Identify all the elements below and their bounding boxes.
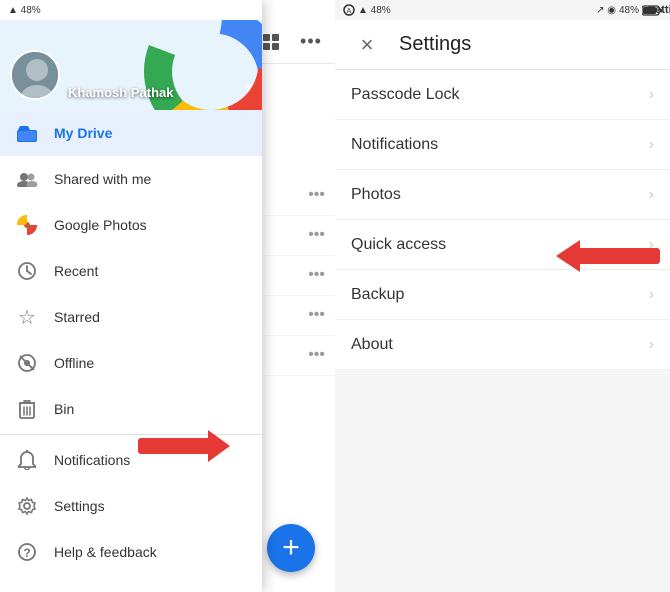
nav-item-help-feedback[interactable]: ? Help & feedback	[0, 529, 262, 575]
chevron-right-icon: ›	[649, 136, 654, 154]
nav-item-settings[interactable]: Settings	[0, 483, 262, 529]
about-label: About	[351, 336, 393, 354]
profile-chevron-icon[interactable]: ▾	[245, 79, 252, 96]
item-options-4[interactable]: •••	[308, 306, 325, 324]
starred-label: Starred	[54, 309, 100, 325]
right-status-bar: A ▲ 48% Settings ↗ ◉ 48%	[335, 0, 670, 20]
google-photos-icon	[14, 215, 40, 235]
item-options-5[interactable]: •••	[308, 346, 325, 364]
recent-icon	[14, 261, 40, 281]
chevron-right-icon: ›	[649, 186, 654, 204]
nav-item-shared-with-me[interactable]: Shared with me	[0, 156, 262, 202]
item-options-1[interactable]: •••	[308, 186, 325, 204]
nav-list: My Drive Shared with me	[0, 110, 262, 590]
item-options-2[interactable]: •••	[308, 226, 325, 244]
fab-add-button[interactable]: +	[267, 524, 315, 572]
chevron-right-icon: ›	[649, 336, 654, 354]
offline-label: Offline	[54, 355, 94, 371]
time-display: Settings	[648, 4, 670, 16]
starred-icon: ☆	[14, 305, 40, 330]
left-status-bar: ▲ 48%	[0, 0, 262, 20]
nav-item-recent[interactable]: Recent	[0, 248, 262, 294]
settings-title: Settings	[399, 33, 471, 56]
notifications-nav-label: Notifications	[54, 452, 130, 468]
left-drawer: ▲ 48% Khamosh Pathak ▾	[0, 0, 262, 592]
settings-item-backup[interactable]: Backup ›	[335, 270, 670, 320]
app-store-icon: A ▲ 48%	[343, 4, 391, 16]
settings-nav-icon	[14, 496, 40, 516]
nav-item-storage[interactable]: Storage	[0, 575, 262, 590]
offline-icon	[14, 353, 40, 373]
nav-item-bin[interactable]: Bin	[0, 386, 262, 432]
settings-item-about[interactable]: About ›	[335, 320, 670, 370]
shared-with-me-icon	[14, 171, 40, 187]
item-options-3[interactable]: •••	[308, 266, 325, 284]
notifications-label: Notifications	[351, 136, 438, 154]
backup-arrow	[556, 240, 660, 272]
google-photos-label: Google Photos	[54, 217, 147, 233]
chevron-right-icon: ›	[649, 286, 654, 304]
photos-label: Photos	[351, 186, 401, 204]
more-options-button[interactable]: •••	[295, 26, 327, 58]
help-feedback-label: Help & feedback	[54, 544, 157, 560]
settings-header: × Settings	[335, 20, 670, 70]
chevron-right-icon: ›	[649, 86, 654, 104]
nav-item-offline[interactable]: Offline	[0, 340, 262, 386]
recent-label: Recent	[54, 263, 98, 279]
svg-text:A: A	[347, 8, 352, 15]
backup-label: Backup	[351, 286, 404, 304]
help-icon: ?	[14, 542, 40, 562]
close-button[interactable]: ×	[351, 29, 383, 61]
nav-item-my-drive[interactable]: My Drive	[0, 110, 262, 156]
bin-icon	[14, 399, 40, 419]
passcode-lock-label: Passcode Lock	[351, 86, 460, 104]
shared-with-me-label: Shared with me	[54, 171, 151, 187]
nav-item-google-photos[interactable]: Google Photos	[0, 202, 262, 248]
avatar	[10, 50, 60, 100]
settings-list: Passcode Lock › Notifications › Photos ›…	[335, 70, 670, 370]
signal-icons: ▲ 48%	[8, 5, 41, 16]
nav-item-starred[interactable]: ☆ Starred	[0, 294, 262, 340]
settings-nav-label: Settings	[54, 498, 105, 514]
notifications-nav-icon	[14, 450, 40, 470]
profile-name: Khamosh Pathak	[68, 85, 173, 100]
my-drive-icon	[14, 124, 40, 142]
settings-item-photos[interactable]: Photos ›	[335, 170, 670, 220]
my-drive-label: My Drive	[54, 125, 112, 141]
bin-label: Bin	[54, 401, 74, 417]
svg-text:?: ?	[23, 546, 30, 560]
quick-access-label: Quick access	[351, 236, 446, 254]
settings-item-notifications[interactable]: Notifications ›	[335, 120, 670, 170]
settings-arrow	[138, 430, 230, 462]
settings-item-passcode-lock[interactable]: Passcode Lock ›	[335, 70, 670, 120]
profile-header[interactable]: Khamosh Pathak ▾	[0, 20, 262, 110]
